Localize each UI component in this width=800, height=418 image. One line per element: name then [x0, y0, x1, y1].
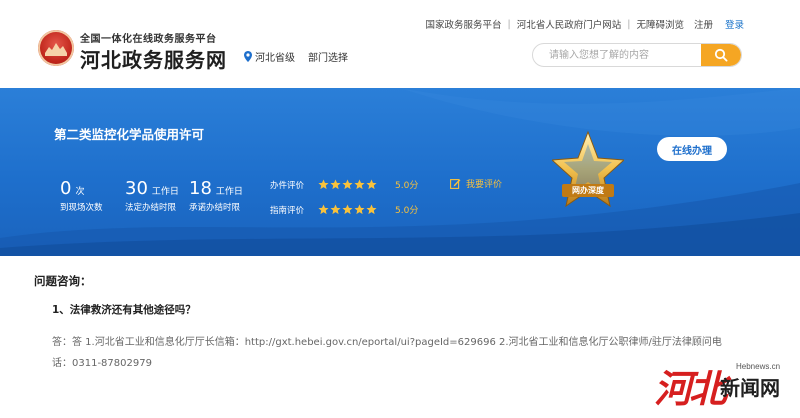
page: 全国一体化在线政务服务平台 河北政务服务网 河北省级 部门选择 国家政务服务平台… [0, 0, 800, 418]
banner-wave-decoration [0, 88, 800, 256]
evaluate-link[interactable]: 我要评价 [450, 177, 502, 190]
stat-label: 法定办结时限 [125, 203, 177, 213]
star-rating [318, 179, 377, 190]
rating-score: 5.0分 [395, 206, 419, 216]
platform-title: 全国一体化在线政务服务平台 [80, 34, 217, 45]
star-icon [318, 179, 329, 190]
login-link[interactable]: 登录 [725, 17, 744, 31]
register-link[interactable]: 注册 [694, 17, 713, 31]
stat-label: 到现场次数 [60, 203, 103, 213]
star-icon [354, 179, 365, 190]
rating-label: 办件评价 [270, 180, 305, 191]
stat-promised-time-limit: 18 工作日 承诺办结时限 [189, 178, 243, 213]
edit-icon [450, 179, 461, 189]
watermark-name: 新闻网 [720, 376, 780, 400]
site-name[interactable]: 河北政务服务网 [80, 44, 227, 73]
star-icon [366, 204, 377, 215]
service-title: 第二类监控化学品使用许可 [54, 127, 205, 142]
faq-question: 1、法律救济还有其他途径吗？ [52, 304, 196, 316]
top-links: 国家政务服务平台 | 河北省人民政府门户网站 | 无障碍浏览 注册 登录 [426, 17, 744, 32]
search-input[interactable] [533, 44, 705, 66]
rating-row-guide: 指南评价 5.0分 [270, 203, 418, 216]
search-box [532, 43, 742, 67]
stat-number: 0 [60, 178, 72, 199]
star-icon [342, 179, 353, 190]
link-hebei-gov-portal[interactable]: 河北省人民政府门户网站 [517, 17, 622, 31]
stat-label: 承诺办结时限 [189, 203, 241, 213]
star-rating [318, 204, 377, 215]
stat-number: 18 [189, 178, 212, 199]
great-wall-icon [45, 43, 67, 56]
star-icon [342, 204, 353, 215]
service-banner: 第二类监控化学品使用许可 在线办理 0次 到现场次数 30 工作日 法定办结时限 … [0, 88, 800, 256]
faq-answer: 答：答 1.河北省工业和信息化厅厅长信箱：http://gxt.hebei.go… [52, 337, 722, 348]
location-label: 河北省级 [255, 53, 295, 64]
evaluate-label: 我要评价 [466, 180, 503, 190]
star-icon [330, 204, 341, 215]
location-pin-icon [244, 51, 252, 62]
link-separator: | [507, 18, 511, 30]
rating-row-case: 办件评价 5.0分 [270, 178, 418, 191]
watermark-site: Hebnews.cn [736, 362, 781, 371]
search-button[interactable] [701, 44, 741, 66]
link-accessibility[interactable]: 无障碍浏览 [636, 17, 684, 31]
stat-unit: 工作日 [151, 187, 179, 197]
rating-score: 5.0分 [395, 181, 419, 191]
star-icon [330, 179, 341, 190]
link-separator: | [627, 18, 631, 30]
faq-answer-continued: 话：0311-87802979 [52, 358, 152, 369]
stat-number: 30 [125, 178, 148, 199]
rating-label: 指南评价 [270, 205, 305, 216]
star-icon [318, 204, 329, 215]
star-badge-icon [552, 130, 624, 208]
star-icon [354, 204, 365, 215]
stat-unit: 次 [75, 187, 85, 197]
search-icon [714, 48, 728, 62]
department-select[interactable]: 部门选择 [308, 49, 348, 64]
section-title: 问题咨询： [34, 274, 92, 288]
site-logo[interactable] [38, 30, 74, 66]
stat-unit: 工作日 [215, 187, 243, 197]
location-selector[interactable]: 河北省级 [244, 49, 295, 64]
stat-onsite-visits: 0次 到现场次数 [60, 178, 103, 213]
watermark-logo: 河北 [654, 366, 727, 411]
badge-label: 网办深度 [562, 184, 614, 197]
header: 全国一体化在线政务服务平台 河北政务服务网 河北省级 部门选择 国家政务服务平台… [0, 0, 800, 88]
stat-legal-time-limit: 30 工作日 法定办结时限 [125, 178, 179, 213]
online-handle-button[interactable]: 在线办理 [657, 137, 727, 161]
link-national-platform[interactable]: 国家政务服务平台 [426, 17, 502, 31]
star-icon [366, 179, 377, 190]
